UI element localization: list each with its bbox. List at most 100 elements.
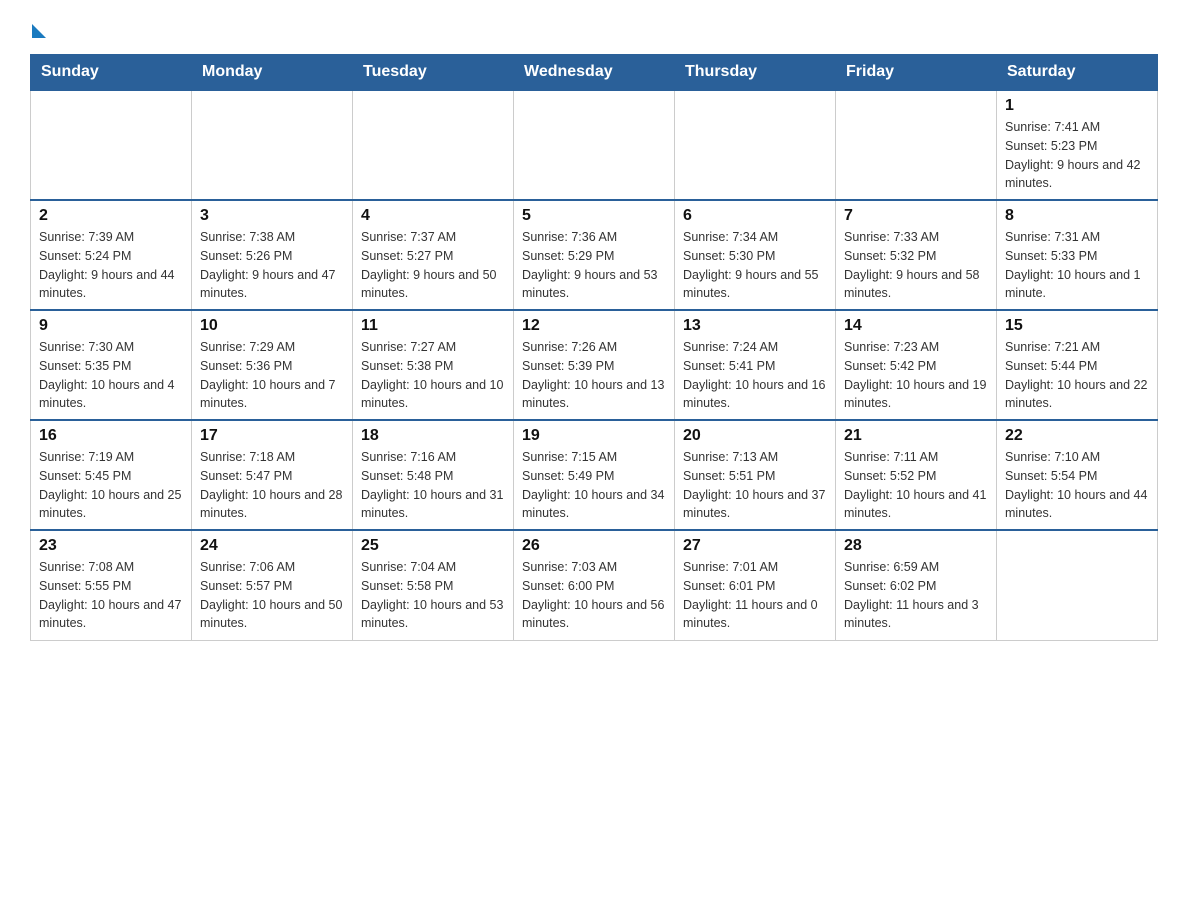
calendar-cell: 1 Sunrise: 7:41 AMSunset: 5:23 PMDaylight… [997, 90, 1158, 200]
calendar-cell: 9 Sunrise: 7:30 AMSunset: 5:35 PMDaylight… [31, 310, 192, 420]
calendar-cell [192, 90, 353, 200]
weekday-header-wednesday: Wednesday [514, 55, 675, 91]
day-info: Sunrise: 7:18 AMSunset: 5:47 PMDaylight:… [200, 448, 344, 523]
day-info: Sunrise: 7:34 AMSunset: 5:30 PMDaylight:… [683, 228, 827, 303]
weekday-header-row: SundayMondayTuesdayWednesdayThursdayFrid… [31, 55, 1158, 91]
header [30, 20, 1158, 34]
day-info: Sunrise: 7:41 AMSunset: 5:23 PMDaylight:… [1005, 118, 1149, 193]
day-info: Sunrise: 7:33 AMSunset: 5:32 PMDaylight:… [844, 228, 988, 303]
day-info: Sunrise: 7:19 AMSunset: 5:45 PMDaylight:… [39, 448, 183, 523]
day-number: 21 [844, 427, 988, 445]
calendar-cell: 27 Sunrise: 7:01 AMSunset: 6:01 PMDayligh… [675, 530, 836, 640]
calendar-cell: 4 Sunrise: 7:37 AMSunset: 5:27 PMDaylight… [353, 200, 514, 310]
day-info: Sunrise: 7:31 AMSunset: 5:33 PMDaylight:… [1005, 228, 1149, 303]
calendar-cell: 3 Sunrise: 7:38 AMSunset: 5:26 PMDaylight… [192, 200, 353, 310]
calendar-cell [514, 90, 675, 200]
day-info: Sunrise: 7:30 AMSunset: 5:35 PMDaylight:… [39, 338, 183, 413]
calendar-cell: 20 Sunrise: 7:13 AMSunset: 5:51 PMDayligh… [675, 420, 836, 530]
calendar-cell: 11 Sunrise: 7:27 AMSunset: 5:38 PMDayligh… [353, 310, 514, 420]
day-info: Sunrise: 7:21 AMSunset: 5:44 PMDaylight:… [1005, 338, 1149, 413]
day-info: Sunrise: 7:26 AMSunset: 5:39 PMDaylight:… [522, 338, 666, 413]
weekday-header-monday: Monday [192, 55, 353, 91]
day-info: Sunrise: 7:11 AMSunset: 5:52 PMDaylight:… [844, 448, 988, 523]
day-number: 14 [844, 317, 988, 335]
day-info: Sunrise: 7:06 AMSunset: 5:57 PMDaylight:… [200, 558, 344, 633]
calendar-cell: 22 Sunrise: 7:10 AMSunset: 5:54 PMDayligh… [997, 420, 1158, 530]
calendar-cell: 24 Sunrise: 7:06 AMSunset: 5:57 PMDayligh… [192, 530, 353, 640]
calendar-cell: 16 Sunrise: 7:19 AMSunset: 5:45 PMDayligh… [31, 420, 192, 530]
day-number: 27 [683, 537, 827, 555]
day-number: 12 [522, 317, 666, 335]
calendar-cell [836, 90, 997, 200]
calendar-cell: 19 Sunrise: 7:15 AMSunset: 5:49 PMDayligh… [514, 420, 675, 530]
day-number: 10 [200, 317, 344, 335]
calendar-cell: 17 Sunrise: 7:18 AMSunset: 5:47 PMDayligh… [192, 420, 353, 530]
calendar-cell: 6 Sunrise: 7:34 AMSunset: 5:30 PMDaylight… [675, 200, 836, 310]
day-info: Sunrise: 7:37 AMSunset: 5:27 PMDaylight:… [361, 228, 505, 303]
day-number: 7 [844, 207, 988, 225]
logo-arrow-icon [32, 24, 46, 38]
calendar-cell: 5Sunrise: 7:36 AMSunset: 5:29 PMDaylight… [514, 200, 675, 310]
week-row-4: 16 Sunrise: 7:19 AMSunset: 5:45 PMDayligh… [31, 420, 1158, 530]
day-info: Sunrise: 7:36 AMSunset: 5:29 PMDaylight:… [522, 228, 666, 303]
calendar-cell: 26 Sunrise: 7:03 AMSunset: 6:00 PMDayligh… [514, 530, 675, 640]
day-number: 24 [200, 537, 344, 555]
day-number: 28 [844, 537, 988, 555]
day-number: 11 [361, 317, 505, 335]
day-info: Sunrise: 7:01 AMSunset: 6:01 PMDaylight:… [683, 558, 827, 633]
day-info: Sunrise: 7:23 AMSunset: 5:42 PMDaylight:… [844, 338, 988, 413]
calendar-cell: 10 Sunrise: 7:29 AMSunset: 5:36 PMDayligh… [192, 310, 353, 420]
day-number: 6 [683, 207, 827, 225]
day-number: 2 [39, 207, 183, 225]
day-number: 23 [39, 537, 183, 555]
day-number: 15 [1005, 317, 1149, 335]
day-info: Sunrise: 7:15 AMSunset: 5:49 PMDaylight:… [522, 448, 666, 523]
day-number: 18 [361, 427, 505, 445]
week-row-2: 2Sunrise: 7:39 AMSunset: 5:24 PMDaylight… [31, 200, 1158, 310]
day-info: Sunrise: 7:10 AMSunset: 5:54 PMDaylight:… [1005, 448, 1149, 523]
calendar-cell: 25 Sunrise: 7:04 AMSunset: 5:58 PMDayligh… [353, 530, 514, 640]
weekday-header-sunday: Sunday [31, 55, 192, 91]
day-info: Sunrise: 7:29 AMSunset: 5:36 PMDaylight:… [200, 338, 344, 413]
weekday-header-thursday: Thursday [675, 55, 836, 91]
calendar-cell: 13 Sunrise: 7:24 AMSunset: 5:41 PMDayligh… [675, 310, 836, 420]
calendar-cell [353, 90, 514, 200]
day-number: 1 [1005, 97, 1149, 115]
weekday-header-saturday: Saturday [997, 55, 1158, 91]
day-number: 25 [361, 537, 505, 555]
day-number: 9 [39, 317, 183, 335]
calendar-cell [997, 530, 1158, 640]
day-number: 13 [683, 317, 827, 335]
day-info: Sunrise: 7:13 AMSunset: 5:51 PMDaylight:… [683, 448, 827, 523]
calendar-cell: 14 Sunrise: 7:23 AMSunset: 5:42 PMDayligh… [836, 310, 997, 420]
calendar-cell: 7 Sunrise: 7:33 AMSunset: 5:32 PMDaylight… [836, 200, 997, 310]
calendar-cell: 15 Sunrise: 7:21 AMSunset: 5:44 PMDayligh… [997, 310, 1158, 420]
day-info: Sunrise: 7:27 AMSunset: 5:38 PMDaylight:… [361, 338, 505, 413]
day-info: Sunrise: 6:59 AMSunset: 6:02 PMDaylight:… [844, 558, 988, 633]
day-number: 22 [1005, 427, 1149, 445]
calendar-cell: 12 Sunrise: 7:26 AMSunset: 5:39 PMDayligh… [514, 310, 675, 420]
day-info: Sunrise: 7:24 AMSunset: 5:41 PMDaylight:… [683, 338, 827, 413]
logo [30, 20, 46, 34]
day-info: Sunrise: 7:04 AMSunset: 5:58 PMDaylight:… [361, 558, 505, 633]
day-number: 16 [39, 427, 183, 445]
calendar-cell: 2Sunrise: 7:39 AMSunset: 5:24 PMDaylight… [31, 200, 192, 310]
day-info: Sunrise: 7:03 AMSunset: 6:00 PMDaylight:… [522, 558, 666, 633]
day-info: Sunrise: 7:08 AMSunset: 5:55 PMDaylight:… [39, 558, 183, 633]
week-row-1: 1 Sunrise: 7:41 AMSunset: 5:23 PMDaylight… [31, 90, 1158, 200]
day-number: 26 [522, 537, 666, 555]
calendar-cell: 8 Sunrise: 7:31 AMSunset: 5:33 PMDaylight… [997, 200, 1158, 310]
calendar-cell [675, 90, 836, 200]
day-number: 8 [1005, 207, 1149, 225]
calendar-cell [31, 90, 192, 200]
day-number: 3 [200, 207, 344, 225]
day-info: Sunrise: 7:38 AMSunset: 5:26 PMDaylight:… [200, 228, 344, 303]
week-row-5: 23 Sunrise: 7:08 AMSunset: 5:55 PMDayligh… [31, 530, 1158, 640]
day-number: 20 [683, 427, 827, 445]
day-number: 17 [200, 427, 344, 445]
weekday-header-friday: Friday [836, 55, 997, 91]
calendar-cell: 28 Sunrise: 6:59 AMSunset: 6:02 PMDayligh… [836, 530, 997, 640]
day-number: 4 [361, 207, 505, 225]
day-number: 19 [522, 427, 666, 445]
calendar-cell: 21 Sunrise: 7:11 AMSunset: 5:52 PMDayligh… [836, 420, 997, 530]
